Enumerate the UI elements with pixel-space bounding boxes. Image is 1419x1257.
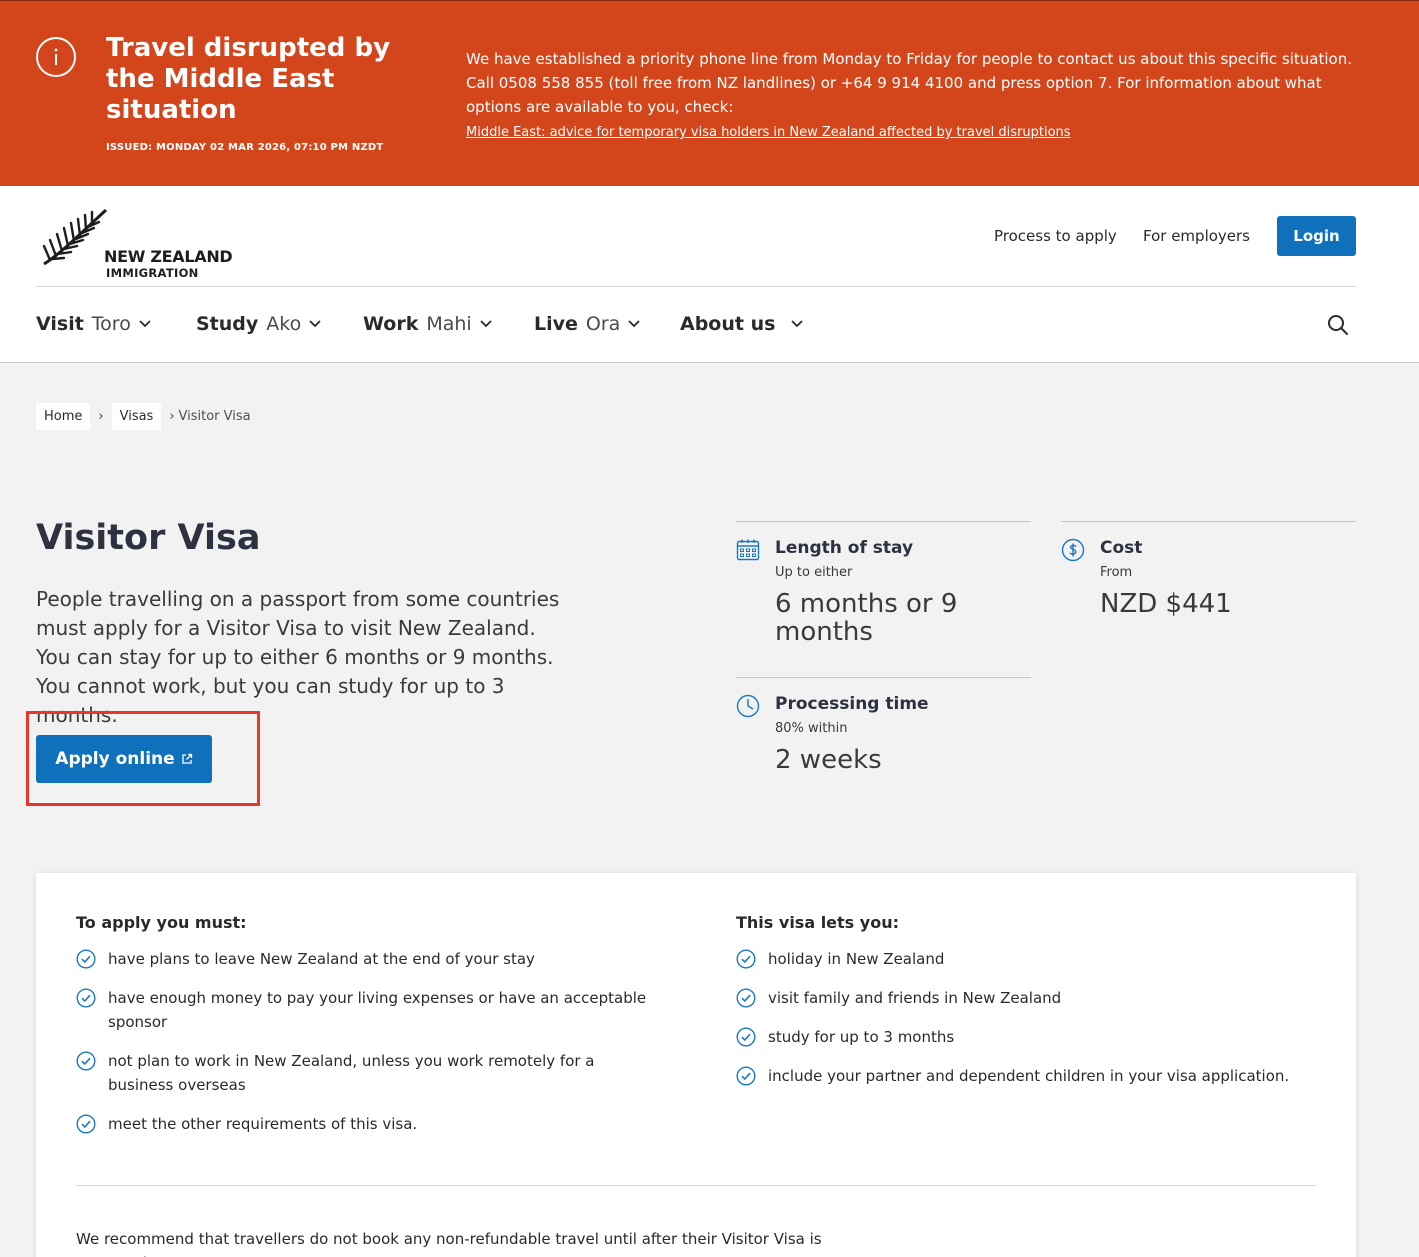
chevron-right-icon: › xyxy=(169,409,175,424)
header-divider xyxy=(36,286,1356,287)
list-item: not plan to work in New Zealand, unless … xyxy=(76,1049,656,1097)
logo-line1: NEW ZEALAND xyxy=(104,247,233,266)
list-item: holiday in New Zealand xyxy=(736,947,1316,971)
list-item: have enough money to pay your living exp… xyxy=(76,986,656,1034)
fact-length-of-stay: Length of stay Up to either 6 months or … xyxy=(736,521,1031,677)
login-button[interactable]: Login xyxy=(1277,216,1356,256)
alert-banner: Travel disrupted by the Middle East situ… xyxy=(0,0,1419,186)
check-circle-icon xyxy=(736,1066,756,1086)
card-divider xyxy=(76,1185,1316,1186)
check-circle-icon xyxy=(736,949,756,969)
alert-title: Travel disrupted by the Middle East situ… xyxy=(106,33,391,125)
check-circle-icon xyxy=(76,949,96,969)
alert-body: We have established a priority phone lin… xyxy=(466,47,1366,145)
list-item: include your partner and dependent child… xyxy=(736,1064,1316,1088)
chevron-down-icon xyxy=(139,320,151,328)
fact-cost: Cost From NZD $441 xyxy=(1061,521,1356,677)
fact-label: Cost xyxy=(1100,538,1143,558)
nav-work[interactable]: Work Mahi xyxy=(363,313,492,335)
fact-qualifier: Up to either xyxy=(775,565,853,580)
list-item: study for up to 3 months xyxy=(736,1025,1316,1049)
page-title: Visitor Visa xyxy=(36,518,261,558)
breadcrumb: Home › Visas › Visitor Visa xyxy=(36,403,251,430)
breadcrumb-home[interactable]: Home xyxy=(36,403,91,430)
for-employers-link[interactable]: For employers xyxy=(1143,227,1250,245)
check-circle-icon xyxy=(76,988,96,1008)
fact-label: Processing time xyxy=(775,694,929,714)
check-circle-icon xyxy=(736,1027,756,1047)
search-icon[interactable] xyxy=(1327,314,1349,336)
travel-recommendation: We recommend that travellers do not book… xyxy=(76,1230,822,1257)
fact-processing-time: Processing time 80% within 2 weeks xyxy=(736,677,1031,797)
chevron-down-icon xyxy=(628,320,640,328)
requirements-title: To apply you must: xyxy=(76,913,247,932)
nz-immigration-logo[interactable]: NEW ZEALAND IMMIGRATION xyxy=(40,206,240,280)
nav-visit[interactable]: Visit Toro xyxy=(36,313,151,335)
alert-advice-link[interactable]: Middle East: advice for temporary visa h… xyxy=(466,121,1071,145)
fact-qualifier: From xyxy=(1100,565,1133,580)
chevron-down-icon xyxy=(309,320,321,328)
chevron-right-icon: › xyxy=(98,409,104,424)
fact-label: Length of stay xyxy=(775,538,914,558)
fact-qualifier: 80% within xyxy=(775,721,848,736)
nav-study[interactable]: Study Ako xyxy=(196,313,321,335)
logo-line2: IMMIGRATION xyxy=(106,266,199,280)
nav-about-us[interactable]: About us xyxy=(680,313,804,335)
calendar-icon xyxy=(736,539,760,561)
site-header: NEW ZEALAND IMMIGRATION Process to apply… xyxy=(0,186,1419,363)
chevron-down-icon xyxy=(480,320,492,328)
check-circle-icon xyxy=(76,1114,96,1134)
info-icon xyxy=(36,37,76,77)
breadcrumb-visas[interactable]: Visas xyxy=(111,403,162,430)
fact-value: 2 weeks xyxy=(775,745,882,775)
fact-value: 6 months or 9 months xyxy=(775,589,958,647)
alert-message: We have established a priority phone lin… xyxy=(466,50,1352,116)
apply-online-button[interactable]: Apply online xyxy=(36,735,212,783)
list-item: visit family and friends in New Zealand xyxy=(736,986,1316,1010)
eligibility-card: To apply you must: have plans to leave N… xyxy=(36,873,1356,1257)
alert-issued-date: ISSUED: MONDAY 02 MAR 2026, 07:10 PM NZD… xyxy=(106,142,384,153)
breadcrumb-current: Visitor Visa xyxy=(178,409,251,424)
list-item: meet the other requirements of this visa… xyxy=(76,1112,656,1136)
silver-fern-icon xyxy=(42,208,108,266)
intro-text: People travelling on a passport from som… xyxy=(36,587,560,727)
benefits-column: This visa lets you: holiday in New Zeala… xyxy=(736,913,1316,1103)
benefits-title: This visa lets you: xyxy=(736,913,899,932)
check-circle-icon xyxy=(736,988,756,1008)
chevron-down-icon xyxy=(791,320,804,328)
list-item: have plans to leave New Zealand at the e… xyxy=(76,947,656,971)
check-circle-icon xyxy=(76,1051,96,1071)
clock-icon xyxy=(736,694,760,718)
process-to-apply-link[interactable]: Process to apply xyxy=(994,227,1117,245)
dollar-icon xyxy=(1061,538,1085,562)
requirements-column: To apply you must: have plans to leave N… xyxy=(76,913,656,1151)
nav-live[interactable]: Live Ora xyxy=(534,313,640,335)
external-link-icon xyxy=(182,753,192,764)
fact-value: NZD $441 xyxy=(1100,589,1232,619)
